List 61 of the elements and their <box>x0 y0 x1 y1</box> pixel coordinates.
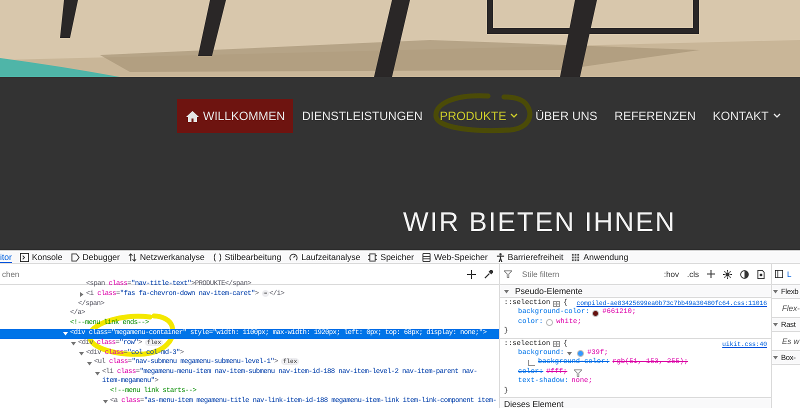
expand-arrow-icon[interactable] <box>79 350 84 356</box>
devtools-tab[interactable]: Konsole <box>20 251 63 263</box>
document-icon[interactable] <box>757 270 765 278</box>
devtools-tab[interactable]: Speicher <box>368 251 414 263</box>
arrows-icon <box>128 252 137 262</box>
nav-link[interactable]: KONTAKT <box>704 99 789 133</box>
expand-arrow-icon[interactable] <box>773 322 778 327</box>
expand-arrow-icon[interactable] <box>567 351 572 356</box>
devtools-tab[interactable]: Barrierefreiheit <box>496 251 564 263</box>
color-swatch[interactable] <box>577 350 584 358</box>
nav-link[interactable]: ÜBER UNS <box>526 99 606 133</box>
devtools-tab[interactable]: Laufzeitanalyse <box>289 251 360 263</box>
devtools-tab[interactable]: Netzwerkanalyse <box>128 251 205 263</box>
debugger-icon <box>70 252 80 262</box>
expand-arrow-icon[interactable] <box>87 360 92 366</box>
plus-icon[interactable] <box>467 270 476 278</box>
toggle-link[interactable]: :hov <box>664 270 679 278</box>
section-heading: WIR BIETEN IHNEN <box>403 207 678 238</box>
devtools-tab[interactable]: Debugger <box>70 251 120 263</box>
devtools-tab[interactable]: itor <box>0 251 12 263</box>
tree-connector <box>528 360 535 366</box>
toggle-link[interactable]: .cls <box>687 270 699 278</box>
section-header[interactable]: Dieses Element <box>504 399 564 408</box>
expand-arrow-icon[interactable] <box>103 398 108 404</box>
braces-icon <box>212 252 222 262</box>
grid-icon[interactable] <box>553 300 560 307</box>
devtools-tab[interactable]: Stilbearbeitung <box>212 251 282 263</box>
nav-link[interactable]: PRODUKTE <box>430 99 526 133</box>
color-swatch[interactable] <box>546 319 554 326</box>
color-swatch[interactable] <box>592 310 600 317</box>
grid-icon <box>571 252 580 262</box>
search-field[interactable]: chen <box>0 270 459 278</box>
collapse-arrow-icon[interactable] <box>79 292 84 298</box>
storage-icon <box>422 252 431 262</box>
expand-arrow-icon[interactable] <box>63 331 68 336</box>
layout-tab[interactable]: L <box>787 270 792 278</box>
devtools-tab[interactable]: Web-Speicher <box>422 251 488 263</box>
nav-link[interactable]: DIENSTLEISTUNGEN <box>293 99 431 133</box>
eyedropper-icon[interactable] <box>484 270 493 278</box>
filter-icon[interactable] <box>574 368 582 377</box>
grid-icon[interactable] <box>553 341 560 348</box>
sidebar-icon[interactable] <box>775 270 783 278</box>
filter-icon <box>504 270 512 278</box>
home-icon <box>186 110 199 122</box>
devtools-tab[interactable]: Anwendung <box>571 251 628 263</box>
contrast-icon[interactable] <box>740 270 749 278</box>
nav-link[interactable]: WILLKOMMEN <box>177 99 294 133</box>
filter-field[interactable]: Stile filtern <box>520 270 656 278</box>
expand-arrow-icon[interactable] <box>773 289 778 294</box>
console-icon <box>20 252 29 262</box>
plus-icon[interactable] <box>707 270 715 278</box>
nav-link[interactable]: REFERENZEN <box>605 99 704 133</box>
expand-arrow-icon[interactable] <box>95 370 100 376</box>
expand-arrow-icon[interactable] <box>71 341 76 346</box>
section-header[interactable]: Pseudo-Elemente <box>515 286 583 296</box>
person-icon <box>496 252 505 262</box>
memory-icon <box>368 252 378 262</box>
sun-icon[interactable] <box>723 270 732 278</box>
expand-arrow-icon[interactable] <box>773 355 778 360</box>
expand-arrow-icon[interactable] <box>504 288 509 294</box>
gauge-icon <box>289 252 298 262</box>
